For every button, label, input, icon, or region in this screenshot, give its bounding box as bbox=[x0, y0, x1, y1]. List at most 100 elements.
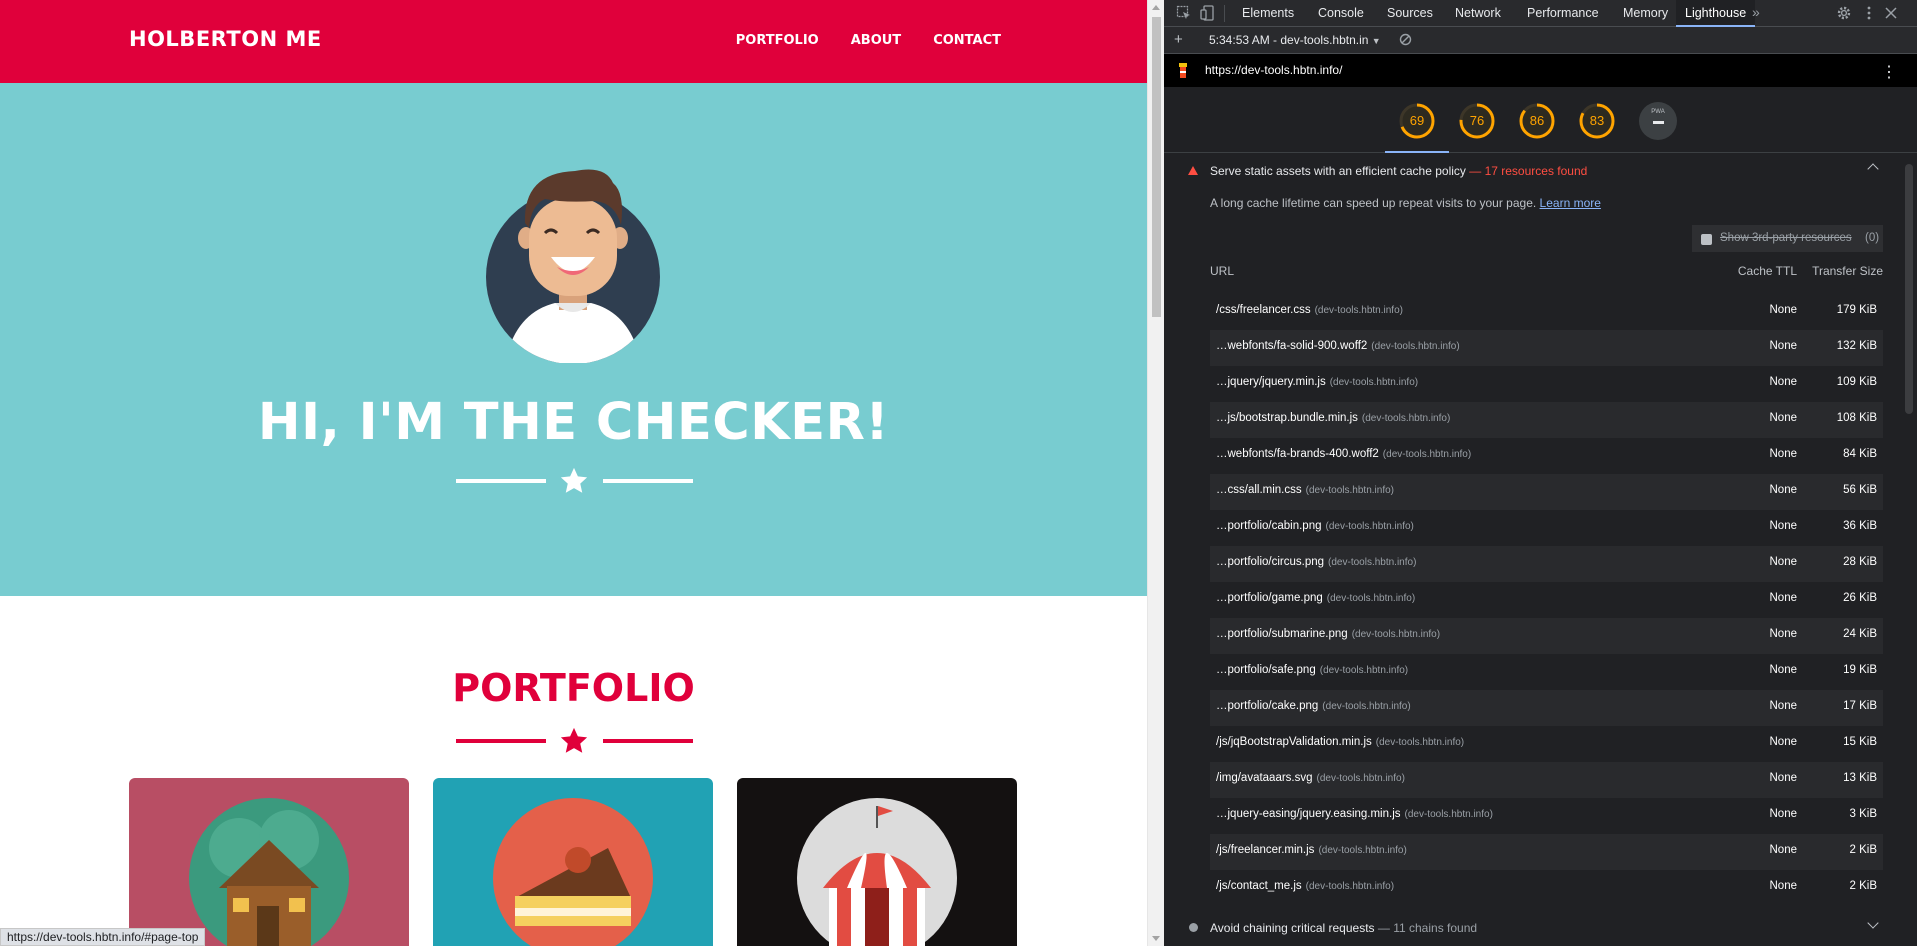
nav-link-about[interactable]: ABOUT bbox=[851, 33, 901, 48]
resource-url[interactable]: …portfolio/cake.png (dev-tools.hbtn.info) bbox=[1216, 700, 1411, 712]
resource-host: (dev-tools.hbtn.info) bbox=[1375, 737, 1465, 748]
table-row[interactable]: …jquery-easing/jquery.easing.min.js (dev-… bbox=[1210, 798, 1883, 834]
circus-image bbox=[797, 798, 957, 946]
more-tabs-icon[interactable]: » bbox=[1752, 4, 1760, 20]
resource-url[interactable]: …js/bootstrap.bundle.min.js (dev-tools.hb… bbox=[1216, 412, 1450, 424]
table-row[interactable]: …portfolio/circus.png (dev-tools.hbtn.inf… bbox=[1210, 546, 1883, 582]
pwa-dash-icon bbox=[1653, 121, 1664, 124]
score-gauge-pwa[interactable]: PWA bbox=[1639, 102, 1677, 140]
resource-host: (dev-tools.hbtn.info) bbox=[1325, 521, 1414, 532]
resource-host: (dev-tools.hbtn.info) bbox=[1328, 557, 1417, 568]
third-party-checkbox[interactable] bbox=[1701, 234, 1712, 245]
audit-cache-policy-header[interactable]: Serve static assets with an efficient ca… bbox=[1182, 154, 1887, 188]
table-row[interactable]: …portfolio/safe.png (dev-tools.hbtn.info)… bbox=[1210, 654, 1883, 690]
table-row[interactable]: …portfolio/cabin.png (dev-tools.hbtn.info… bbox=[1210, 510, 1883, 546]
resource-url[interactable]: …portfolio/game.png (dev-tools.hbtn.info) bbox=[1216, 592, 1415, 604]
close-icon[interactable] bbox=[1883, 5, 1899, 21]
resource-host: (dev-tools.hbtn.info) bbox=[1322, 701, 1411, 712]
column-transfer-size: Transfer Size bbox=[1812, 264, 1883, 278]
inspect-element-icon[interactable] bbox=[1176, 5, 1192, 21]
resource-url[interactable]: /js/freelancer.min.js (dev-tools.hbtn.inf… bbox=[1216, 844, 1407, 856]
report-menu-icon[interactable]: ⋮ bbox=[1881, 62, 1897, 82]
website-scrollbar[interactable] bbox=[1147, 0, 1164, 946]
table-row[interactable]: …js/bootstrap.bundle.min.js (dev-tools.hb… bbox=[1210, 402, 1883, 438]
table-row[interactable]: …webfonts/fa-solid-900.woff2 (dev-tools.h… bbox=[1210, 330, 1883, 366]
learn-more-link[interactable]: Learn more bbox=[1540, 196, 1601, 210]
tab-memory[interactable]: Memory bbox=[1614, 0, 1677, 27]
devtools-scroll-thumb[interactable] bbox=[1905, 164, 1913, 414]
device-toolbar-icon[interactable] bbox=[1200, 5, 1216, 21]
tab-performance[interactable]: Performance bbox=[1518, 0, 1608, 27]
scroll-up-icon[interactable] bbox=[1152, 5, 1160, 10]
table-row[interactable]: /js/contact_me.js (dev-tools.hbtn.info) No… bbox=[1210, 870, 1883, 906]
resource-transfer-size: 24 KiB bbox=[1843, 628, 1877, 640]
tab-network[interactable]: Network bbox=[1446, 0, 1510, 27]
score-gauge-accessibility[interactable]: 76 bbox=[1458, 102, 1496, 140]
resource-url[interactable]: …jquery/jquery.min.js (dev-tools.hbtn.inf… bbox=[1216, 376, 1418, 388]
table-row[interactable]: /img/avataaars.svg (dev-tools.hbtn.info) N… bbox=[1210, 762, 1883, 798]
resource-cache-ttl: None bbox=[1769, 736, 1798, 748]
site-nav-links: PORTFOLIO ABOUT CONTACT bbox=[736, 33, 1001, 48]
lighthouse-logo-icon bbox=[1179, 63, 1187, 78]
resource-url[interactable]: …webfonts/fa-brands-400.woff2 (dev-tools.… bbox=[1216, 448, 1471, 460]
score-gauge-performance[interactable]: 69 bbox=[1398, 102, 1436, 140]
portfolio-card-cabin[interactable] bbox=[129, 778, 409, 946]
table-row[interactable]: …webfonts/fa-brands-400.woff2 (dev-tools.… bbox=[1210, 438, 1883, 474]
table-row[interactable]: /css/freelancer.css (dev-tools.hbtn.info)… bbox=[1210, 294, 1883, 330]
resource-cache-ttl: None bbox=[1769, 808, 1798, 820]
resource-cache-ttl: None bbox=[1769, 700, 1798, 712]
table-row[interactable]: …jquery/jquery.min.js (dev-tools.hbtn.inf… bbox=[1210, 366, 1883, 402]
tab-console[interactable]: Console bbox=[1309, 0, 1373, 27]
nav-link-contact[interactable]: CONTACT bbox=[933, 33, 1001, 48]
resource-url[interactable]: …css/all.min.css (dev-tools.hbtn.info) bbox=[1216, 484, 1394, 496]
resource-url[interactable]: /css/freelancer.css (dev-tools.hbtn.info) bbox=[1216, 304, 1403, 316]
audit-description: A long cache lifetime can speed up repea… bbox=[1210, 196, 1601, 210]
table-row[interactable]: …portfolio/game.png (dev-tools.hbtn.info)… bbox=[1210, 582, 1883, 618]
audit-critical-requests-header[interactable]: Avoid chaining critical requests — 11 ch… bbox=[1182, 914, 1887, 942]
clear-reports-icon[interactable] bbox=[1399, 33, 1412, 46]
portfolio-divider bbox=[455, 726, 693, 756]
tab-lighthouse[interactable]: Lighthouse bbox=[1676, 0, 1756, 27]
score-gauge-best-practices[interactable]: 86 bbox=[1518, 102, 1556, 140]
tab-sources[interactable]: Sources bbox=[1378, 0, 1442, 27]
portfolio-card-cake[interactable] bbox=[433, 778, 713, 946]
resource-url[interactable]: …webfonts/fa-solid-900.woff2 (dev-tools.h… bbox=[1216, 340, 1460, 352]
resource-cache-ttl: None bbox=[1769, 520, 1798, 532]
new-report-plus-icon[interactable]: + bbox=[1174, 31, 1183, 48]
tab-elements[interactable]: Elements bbox=[1233, 0, 1303, 27]
resource-url[interactable]: …portfolio/circus.png (dev-tools.hbtn.inf… bbox=[1216, 556, 1416, 568]
score-gauge-seo[interactable]: 83 bbox=[1578, 102, 1616, 140]
resource-url[interactable]: …portfolio/cabin.png (dev-tools.hbtn.info… bbox=[1216, 520, 1414, 532]
table-row[interactable]: …css/all.min.css (dev-tools.hbtn.info) Non… bbox=[1210, 474, 1883, 510]
resource-url[interactable]: …jquery-easing/jquery.easing.min.js (dev-… bbox=[1216, 808, 1493, 820]
site-brand[interactable]: HOLBERTON ME bbox=[129, 27, 322, 51]
resource-url[interactable]: …portfolio/safe.png (dev-tools.hbtn.info) bbox=[1216, 664, 1408, 676]
resource-url[interactable]: …portfolio/submarine.png (dev-tools.hbtn.… bbox=[1216, 628, 1440, 640]
portfolio-card-circus[interactable] bbox=[737, 778, 1017, 946]
resource-host: (dev-tools.hbtn.info) bbox=[1361, 413, 1451, 424]
third-party-toggle[interactable]: Show 3rd-party resources (0) bbox=[1692, 225, 1883, 252]
kebab-menu-icon[interactable] bbox=[1861, 5, 1877, 21]
resource-url[interactable]: /img/avataaars.svg (dev-tools.hbtn.info) bbox=[1216, 772, 1405, 784]
resource-url[interactable]: /js/contact_me.js (dev-tools.hbtn.info) bbox=[1216, 880, 1394, 892]
status-bar-url: https://dev-tools.hbtn.info/#page-top bbox=[0, 928, 206, 946]
table-row[interactable]: /js/jqBootstrapValidation.min.js (dev-too… bbox=[1210, 726, 1883, 762]
table-row[interactable]: …portfolio/cake.png (dev-tools.hbtn.info)… bbox=[1210, 690, 1883, 726]
table-row[interactable]: …portfolio/submarine.png (dev-tools.hbtn.… bbox=[1210, 618, 1883, 654]
resource-transfer-size: 17 KiB bbox=[1843, 700, 1877, 712]
report-selector[interactable]: 5:34:53 AM - dev-tools.hbtn.in ▼ bbox=[1209, 33, 1381, 47]
site-navbar: HOLBERTON ME PORTFOLIO ABOUT CONTACT bbox=[0, 0, 1147, 83]
chevron-down-icon[interactable] bbox=[1867, 917, 1879, 929]
audited-url[interactable]: https://dev-tools.hbtn.info/ bbox=[1205, 63, 1342, 77]
resource-url[interactable]: /js/jqBootstrapValidation.min.js (dev-too… bbox=[1216, 736, 1464, 748]
settings-gear-icon[interactable] bbox=[1836, 5, 1852, 21]
nav-link-portfolio[interactable]: PORTFOLIO bbox=[736, 33, 819, 48]
table-row[interactable]: /js/freelancer.min.js (dev-tools.hbtn.inf… bbox=[1210, 834, 1883, 870]
scroll-down-icon[interactable] bbox=[1152, 936, 1160, 941]
devtools-scrollbar[interactable] bbox=[1901, 154, 1917, 946]
hero-divider bbox=[455, 466, 693, 496]
website-scroll-thumb[interactable] bbox=[1152, 17, 1161, 317]
resource-host: (dev-tools.hbtn.info) bbox=[1371, 341, 1460, 352]
chevron-up-icon[interactable] bbox=[1867, 163, 1879, 175]
avatar bbox=[486, 169, 660, 363]
